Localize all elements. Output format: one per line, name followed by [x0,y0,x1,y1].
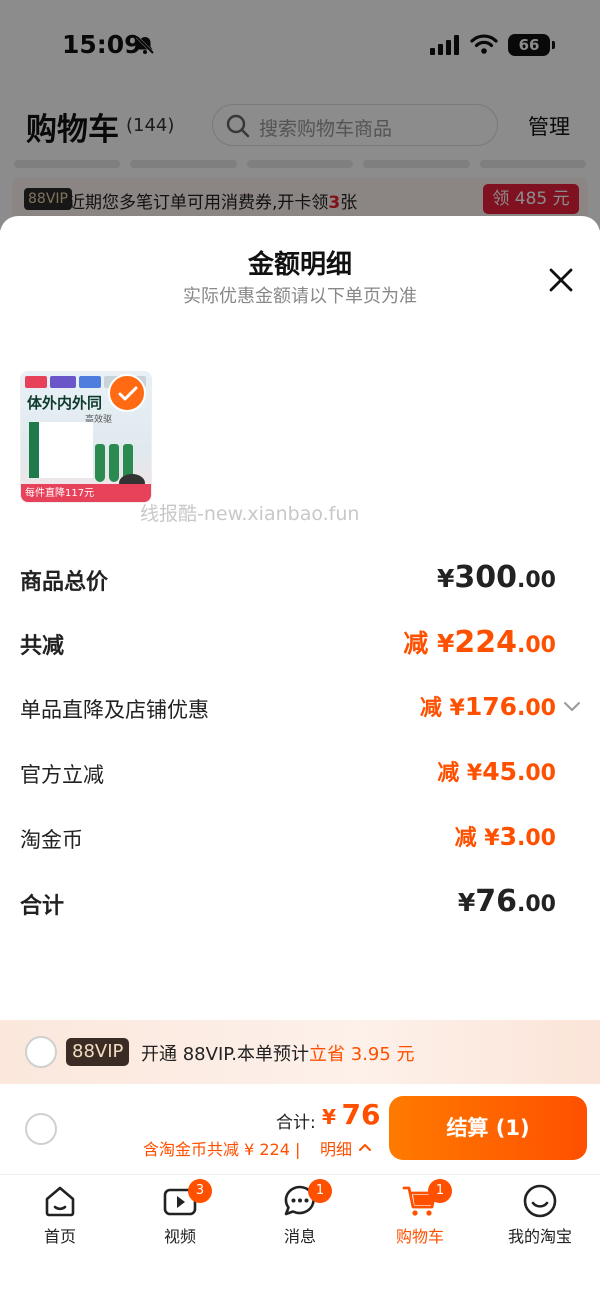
vip-upsell-strip: 88VIP 开通 88VIP.本单预计立省 3.95 元 [0,1020,600,1084]
chevron-up-icon[interactable] [358,1140,372,1154]
row-label: 商品总价 [20,570,109,595]
vip-upsell-text: 开通 88VIP.本单预计立省 3.95 元 [141,1044,415,1065]
tab-label: 我的淘宝 [507,1227,572,1246]
row-amount: 减 ¥45.00 [437,757,556,786]
select-all-radio[interactable] [25,1113,57,1145]
row-label: 淘金币 [20,828,83,852]
amount-detail-sheet: 金额明细 实际优惠金额请以下单页为准 体外内外同 高效驱 每件直降117元 线报… [0,216,600,1020]
row-amount: 减 ¥3.00 [454,822,556,851]
row-label: 合计 [20,894,65,919]
product-price-tag: 每件直降117元 [21,484,151,502]
total-amount: ¥ 76 [322,1098,381,1131]
row-label: 官方立减 [20,763,104,787]
tab-home[interactable]: 首页 [0,1175,120,1255]
row-store-discount[interactable]: 单品直降及店铺优惠 减 ¥176.00 [20,690,584,730]
tab-messages[interactable]: 1 消息 [240,1175,360,1255]
row-amount: 减 ¥176.00 [419,692,556,721]
tab-label: 首页 [43,1227,76,1246]
sheet-subtitle: 实际优惠金额请以下单页为准 [183,286,417,307]
tab-cart[interactable]: 1 购物车 [360,1175,480,1255]
tab-label: 视频 [163,1227,196,1246]
home-icon [45,1186,75,1217]
row-label: 单品直降及店铺优惠 [20,698,209,722]
dim-overlay[interactable] [0,0,600,230]
checkout-button[interactable]: 结算 (1) [389,1096,587,1160]
row-label: 共减 [20,634,65,659]
row-official-discount: 官方立减 减 ¥45.00 [20,755,584,795]
total-label: 合计: [276,1113,316,1133]
sheet-title: 金额明细 [247,250,352,280]
tab-badge: 1 [428,1179,452,1203]
watermark: 线报酷-new.xianbao.fun [140,503,360,525]
chevron-down-icon[interactable] [562,696,582,716]
row-amount: ¥76.00 [457,884,556,919]
row-amount: 减 ¥224.00 [403,625,556,660]
vip-select-radio[interactable] [25,1036,57,1068]
discount-summary: 含淘金币共减 ¥ 224 | [143,1140,301,1159]
row-total-price: 商品总价 ¥300.00 [20,560,584,600]
row-amount: ¥300.00 [436,560,556,595]
product-box-image [29,422,93,478]
row-taobao-coins: 淘金币 减 ¥3.00 [20,820,584,860]
smiley-profile-icon [523,1184,557,1218]
tab-badge: 3 [188,1179,212,1203]
product-headline: 体外内外同 [27,394,103,412]
tab-my-taobao[interactable]: 我的淘宝 [480,1175,600,1255]
tab-label: 消息 [283,1227,316,1246]
tab-badge: 1 [308,1179,332,1203]
selected-check-icon[interactable] [108,374,146,412]
detail-link[interactable]: 明细 [320,1136,352,1160]
row-grand-total: 合计 ¥76.00 [20,884,584,924]
row-total-discount: 共减 减 ¥224.00 [20,624,584,664]
tab-label: 购物车 [395,1227,444,1246]
vip-badge: 88VIP [66,1038,130,1066]
close-icon[interactable] [547,266,575,294]
tab-video[interactable]: 3 视频 [120,1175,240,1255]
checkout-bar: 合计: ¥ 76 含淘金币共减 ¥ 224 | 明细 结算 (1) [0,1084,600,1174]
bottom-tab-bar: 首页 3 视频 1 消息 1 购物车 我的淘宝 [0,1174,600,1300]
